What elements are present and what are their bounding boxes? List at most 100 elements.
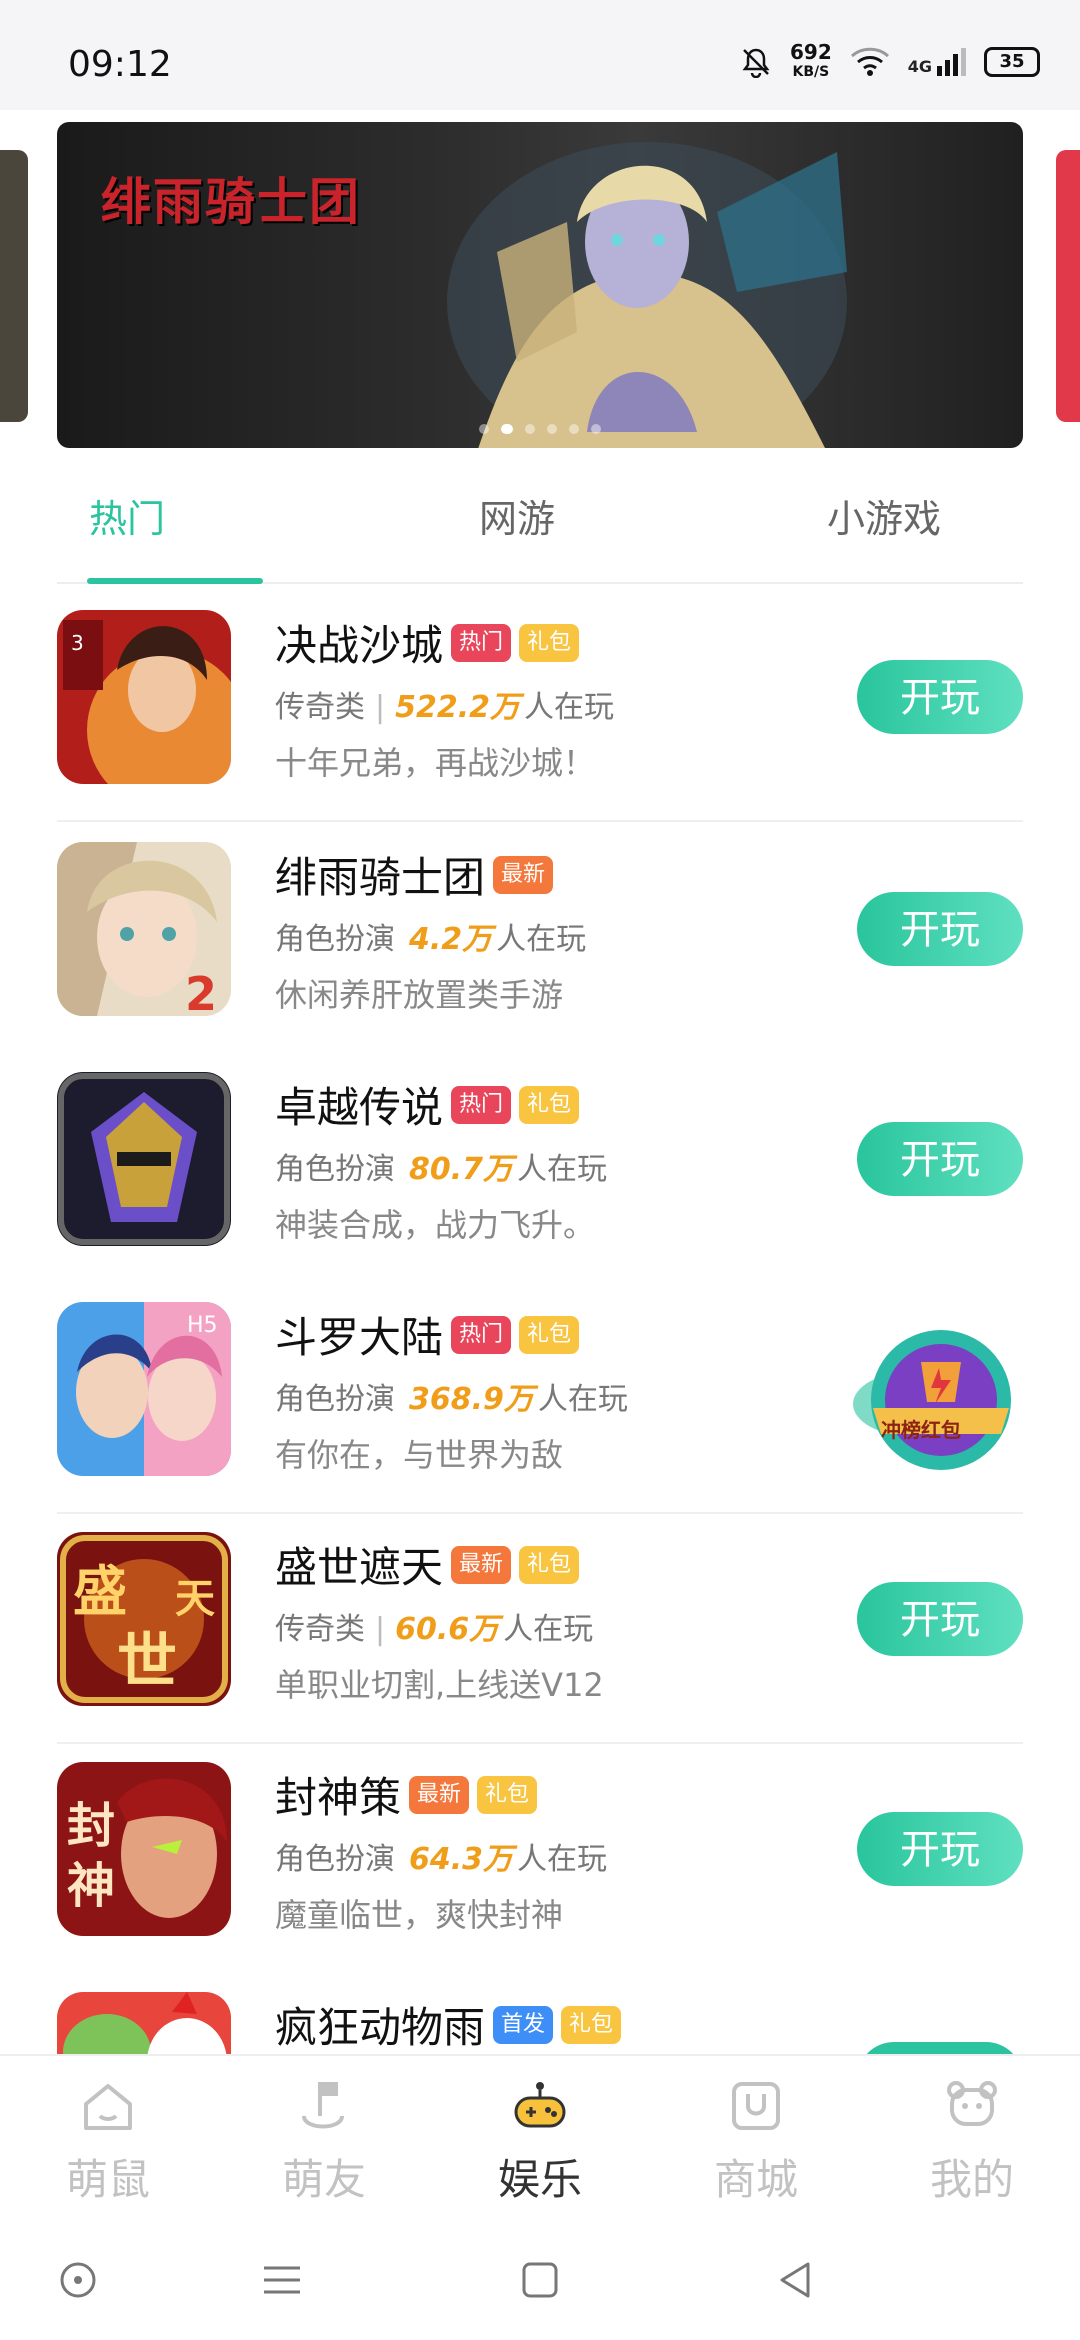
play-button[interactable]: 开玩: [857, 892, 1023, 966]
player-suffix: 人在玩: [537, 1382, 628, 1417]
badge-new: 最新: [409, 1775, 470, 1814]
play-button-partial[interactable]: [857, 2042, 1023, 2054]
player-count: 64.3万: [409, 1842, 514, 1877]
shop-bag-icon: [732, 2082, 780, 2130]
game-title: 卓越传说 热门 礼包: [275, 1074, 580, 1135]
play-button[interactable]: 开玩: [857, 1582, 1023, 1656]
play-button[interactable]: 开玩: [857, 1812, 1023, 1886]
badge-gift: 礼包: [561, 2005, 622, 2044]
game-title: 盛世遮天 最新 礼包: [275, 1534, 580, 1595]
ranking-red-packet-medal[interactable]: 冲榜红包: [851, 1322, 1023, 1482]
svg-text:盛: 盛: [73, 1559, 127, 1623]
tab-mini-games[interactable]: 小游戏: [827, 488, 941, 543]
game-meta: 角色扮演 368.9万 人在玩: [275, 1374, 628, 1418]
play-button[interactable]: 开玩: [857, 1122, 1023, 1196]
game-row[interactable]: 2 绯雨骑士团 最新 角色扮演 4.2万 人在玩 休闲养肝放置类手游 开玩: [57, 822, 1023, 1052]
category-tabs: 热门 网游 小游戏: [57, 470, 1023, 584]
player-suffix: 人在玩: [496, 922, 587, 957]
game-icon[interactable]: [57, 1072, 231, 1246]
svg-text:H5: H5: [187, 1313, 218, 1338]
game-icon[interactable]: 盛 世 天: [57, 1532, 231, 1706]
nav-label: 萌鼠: [65, 2155, 150, 2204]
game-description: 神装合成，战力飞升。: [275, 1206, 596, 1244]
svg-text:神: 神: [67, 1858, 115, 1914]
game-category: 传奇类: [275, 690, 365, 725]
medal-label: 冲榜红包: [881, 1418, 961, 1442]
status-time: 09:12: [68, 44, 172, 85]
tab-online-games[interactable]: 网游: [479, 488, 555, 543]
menu-icon[interactable]: [260, 2258, 304, 2302]
gamepad-icon: [514, 2082, 566, 2128]
nav-item-profile[interactable]: 我的: [902, 2076, 1042, 2207]
game-row[interactable]: H5 斗罗大陆 热门 礼包 角色扮演 368.9万 人在玩 有你在，与世界为敌 冲榜…: [57, 1282, 1023, 1514]
game-title: 绯雨骑士团 最新: [275, 844, 554, 905]
status-icons: 692 KB/S 4G 35: [740, 42, 1040, 82]
game-description: 魔童临世，爽快封神: [275, 1896, 564, 1934]
nav-label: 萌友: [281, 2155, 366, 2204]
cell-signal-icon: 4G: [908, 48, 966, 76]
player-count: 368.9万: [409, 1382, 534, 1417]
game-category: 传奇类: [275, 1612, 365, 1647]
speed-unit: KB/S: [792, 64, 830, 80]
badge-gift: 礼包: [477, 1775, 538, 1814]
banner-carousel[interactable]: 绯雨骑士团: [57, 122, 1023, 448]
game-title: 决战沙城 热门 礼包: [275, 612, 580, 673]
network-speed: 692 KB/S: [790, 42, 832, 82]
banner-character-art: [447, 142, 847, 448]
nav-item-shop[interactable]: 商城: [686, 2076, 826, 2207]
game-name: 决战沙城: [275, 621, 444, 670]
game-name: 斗罗大陆: [275, 1313, 444, 1362]
svg-text:天: 天: [175, 1575, 215, 1622]
player-count: 80.7万: [409, 1152, 514, 1187]
banner-logo-text: 绯雨骑士团: [101, 172, 361, 231]
game-row[interactable]: 封 神 封神策 最新 礼包 角色扮演 64.3万 人在玩 魔童临世，爽快封神 开玩: [57, 1742, 1023, 1972]
game-name: 封神策: [275, 1773, 402, 1822]
back-triangle-icon[interactable]: [774, 2258, 818, 2302]
game-icon[interactable]: 3: [57, 610, 231, 784]
player-count: 4.2万: [409, 922, 493, 957]
game-icon[interactable]: [57, 1992, 231, 2054]
game-meta: 角色扮演 80.7万 人在玩: [275, 1144, 607, 1188]
player-suffix: 人在玩: [524, 690, 615, 725]
badge-gift: 礼包: [519, 1315, 580, 1354]
carousel-prev-peek[interactable]: [0, 150, 28, 422]
game-meta: 角色扮演 4.2万 人在玩: [275, 914, 586, 958]
svg-text:2: 2: [185, 967, 217, 1016]
game-description: 单职业切割,上线送V12: [275, 1666, 604, 1704]
game-title: 封神策 最新 礼包: [275, 1764, 538, 1825]
game-description: 有你在，与世界为敌: [275, 1436, 564, 1474]
home-square-icon[interactable]: [518, 2258, 562, 2302]
badge-gift: 礼包: [519, 1085, 580, 1124]
game-icon[interactable]: 2: [57, 842, 231, 1016]
badge-hot: 热门: [451, 1315, 512, 1354]
player-count: 522.2万: [395, 690, 521, 725]
nav-label: 娱乐: [497, 2155, 582, 2204]
nav-item-home[interactable]: 萌鼠: [38, 2076, 178, 2207]
tab-hot[interactable]: 热门: [89, 488, 165, 543]
play-button[interactable]: 开玩: [857, 660, 1023, 734]
assistant-dot-icon[interactable]: [56, 2258, 100, 2302]
carousel-indicator: [479, 424, 601, 434]
carousel-next-peek[interactable]: [1056, 150, 1080, 422]
badge-gift: 礼包: [519, 1545, 580, 1584]
player-suffix: 人在玩: [503, 1612, 594, 1647]
carousel-dot-active: [501, 424, 513, 434]
carousel-dot: [591, 424, 601, 434]
bottom-navigation: 萌鼠 萌友 娱乐 商城 我的: [0, 2054, 1080, 2222]
wifi-icon: [850, 47, 889, 76]
player-suffix: 人在玩: [517, 1842, 608, 1877]
game-row[interactable]: 疯狂动物雨 首发 礼包: [57, 1972, 1023, 2054]
game-icon[interactable]: 封 神: [57, 1762, 231, 1936]
game-meta: 传奇类 | 522.2万 人在玩: [275, 682, 614, 726]
nav-item-entertainment[interactable]: 娱乐: [470, 2076, 610, 2207]
game-icon[interactable]: H5: [57, 1302, 231, 1476]
game-row[interactable]: 卓越传说 热门 礼包 角色扮演 80.7万 人在玩 神装合成，战力飞升。 开玩: [57, 1052, 1023, 1282]
nav-item-friends[interactable]: 萌友: [254, 2076, 394, 2207]
svg-text:封: 封: [67, 1798, 115, 1854]
game-row[interactable]: 3 决战沙城 热门 礼包 传奇类 | 522.2万 人在玩 十年兄弟，再战沙城！ 开玩: [57, 590, 1023, 822]
player-suffix: 人在玩: [517, 1152, 608, 1187]
game-name: 卓越传说: [275, 1083, 444, 1132]
game-name: 盛世遮天: [275, 1543, 444, 1592]
svg-text:世: 世: [117, 1627, 177, 1697]
game-row[interactable]: 盛 世 天 盛世遮天 最新 礼包 传奇类 | 60.6万 人在玩 单职业切割,上线送V…: [57, 1512, 1023, 1744]
